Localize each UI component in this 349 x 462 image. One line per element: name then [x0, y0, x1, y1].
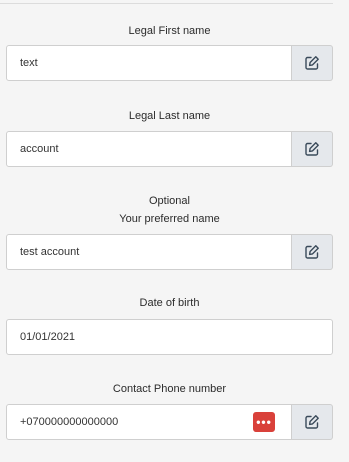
edit-first-name-button[interactable] — [292, 45, 333, 81]
phone-label: Contact Phone number — [112, 383, 227, 395]
date-of-birth-value: 01/01/2021 — [20, 331, 76, 343]
phone-value: +070000000000000 — [20, 416, 119, 428]
edit-phone-button[interactable] — [292, 404, 333, 440]
first-name-field[interactable]: text — [6, 45, 292, 81]
preferred-name-field[interactable]: test account — [6, 234, 292, 270]
edit-icon — [305, 245, 319, 259]
last-name-value: account — [20, 143, 59, 155]
last-name-label: Legal Last name — [128, 110, 211, 122]
edit-icon — [305, 142, 319, 156]
last-name-field[interactable]: account — [6, 131, 292, 167]
preferred-name-value: test account — [20, 246, 80, 258]
date-of-birth-field[interactable]: 01/01/2021 — [6, 319, 333, 355]
preferred-name-label: Your preferred name — [119, 213, 220, 225]
password-manager-icon[interactable]: ••• — [253, 412, 275, 432]
phone-field[interactable]: +070000000000000 ••• — [6, 404, 292, 440]
edit-icon — [305, 56, 319, 70]
top-divider — [0, 3, 333, 4]
edit-last-name-button[interactable] — [292, 131, 333, 167]
optional-label: Optional — [149, 195, 190, 207]
password-dots: ••• — [256, 415, 272, 429]
first-name-value: text — [20, 57, 38, 69]
first-name-label: Legal First name — [128, 25, 211, 37]
date-of-birth-label: Date of birth — [139, 297, 200, 309]
edit-icon — [305, 415, 319, 429]
edit-preferred-name-button[interactable] — [292, 234, 333, 270]
